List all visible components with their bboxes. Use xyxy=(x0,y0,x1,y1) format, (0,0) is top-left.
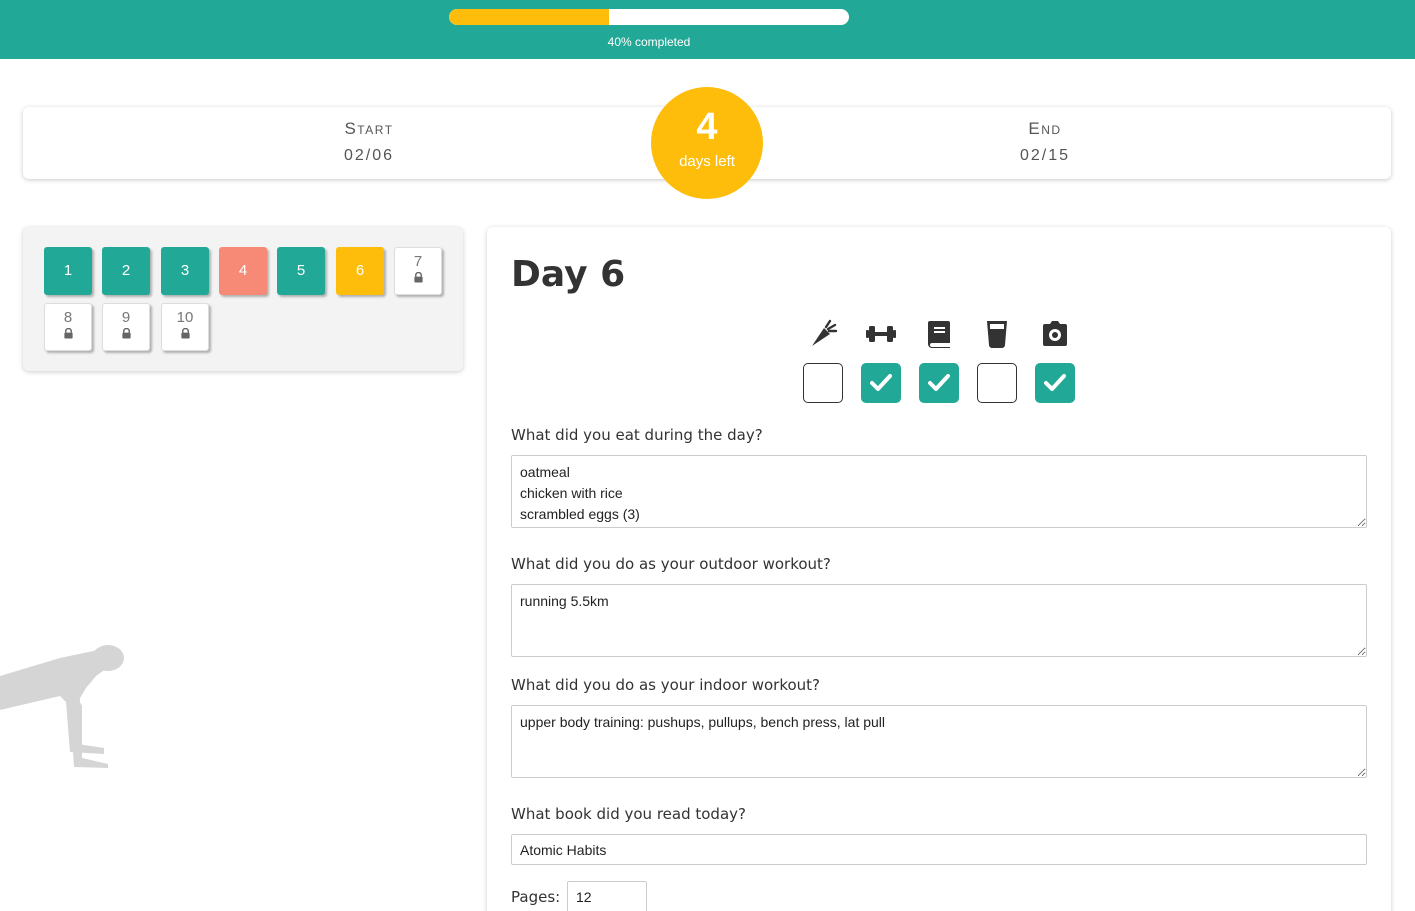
day-tile-4[interactable]: 4 xyxy=(219,247,267,295)
lock-icon xyxy=(413,272,423,283)
book-question-label: What book did you read today? xyxy=(511,805,746,823)
day-tile-5[interactable]: 5 xyxy=(277,247,325,295)
end-label: End xyxy=(1028,119,1062,138)
book-icon xyxy=(928,321,950,348)
dumbbell-icon xyxy=(866,326,896,342)
indoor-workout-textarea[interactable]: upper body training: pushups, pullups, b… xyxy=(511,705,1367,778)
days-left-number: 4 xyxy=(696,106,718,148)
outdoor-workout-label: What did you do as your outdoor workout? xyxy=(511,555,831,573)
lock-icon xyxy=(121,328,131,339)
habit-checkbox-reading[interactable] xyxy=(919,363,959,403)
habit-checkbox-water[interactable] xyxy=(977,363,1017,403)
day-tile-6[interactable]: 6 xyxy=(336,247,384,295)
water-glass-icon xyxy=(987,321,1007,348)
day-tile-3[interactable]: 3 xyxy=(161,247,209,295)
progress-label: 40% completed xyxy=(607,35,691,49)
pages-label: Pages: xyxy=(511,888,561,906)
day-tile-10[interactable]: 10 xyxy=(161,303,209,351)
lock-icon xyxy=(180,328,190,339)
book-input[interactable] xyxy=(511,834,1367,865)
day-tile-2[interactable]: 2 xyxy=(102,247,150,295)
start-date: 02/06 xyxy=(343,147,395,164)
lock-icon xyxy=(63,328,73,339)
start-label: Start xyxy=(344,119,394,138)
outdoor-workout-textarea[interactable]: running 5.5km xyxy=(511,584,1367,657)
day-tile-label: 8 xyxy=(63,309,73,326)
food-question-label: What did you eat during the day? xyxy=(511,426,763,444)
progress-track xyxy=(449,9,849,25)
day-tile-7[interactable]: 7 xyxy=(394,247,442,295)
days-left-badge: 4 days left xyxy=(651,87,763,199)
day-tile-1[interactable]: 1 xyxy=(44,247,92,295)
check-icon xyxy=(870,374,892,391)
camera-icon xyxy=(1043,321,1067,346)
day-tile-label: 7 xyxy=(413,253,423,270)
day-title: Day 6 xyxy=(511,254,626,295)
progress-fill xyxy=(449,9,609,25)
day-grid: 1 2 3 4 5 6 7 8 9 10 xyxy=(23,227,463,371)
habit-checkbox-photo[interactable] xyxy=(1035,363,1075,403)
day-detail-card: Day 6 What did you eat during the day? o xyxy=(487,227,1391,911)
habit-checkbox-workout[interactable] xyxy=(861,363,901,403)
carrot-icon xyxy=(812,319,838,346)
indoor-workout-label: What did you do as your indoor workout? xyxy=(511,676,821,694)
start-date-block: Start 02/06 xyxy=(219,119,519,165)
day-tile-label: 10 xyxy=(176,309,194,326)
end-date: 02/15 xyxy=(1019,147,1071,164)
days-left-text: days left xyxy=(679,153,735,170)
end-date-block: End 02/15 xyxy=(895,119,1195,165)
check-icon xyxy=(1044,374,1066,391)
day-tile-8[interactable]: 8 xyxy=(44,303,92,351)
pages-input[interactable] xyxy=(567,881,647,911)
food-textarea[interactable]: oatmeal chicken with rice scrambled eggs… xyxy=(511,455,1367,528)
pushup-illustration xyxy=(0,645,124,768)
habit-checkbox-food[interactable] xyxy=(803,363,843,403)
top-progress-bar: 40% completed xyxy=(0,0,1415,59)
check-icon xyxy=(928,374,950,391)
day-tile-9[interactable]: 9 xyxy=(102,303,150,351)
day-tile-label: 9 xyxy=(121,309,131,326)
